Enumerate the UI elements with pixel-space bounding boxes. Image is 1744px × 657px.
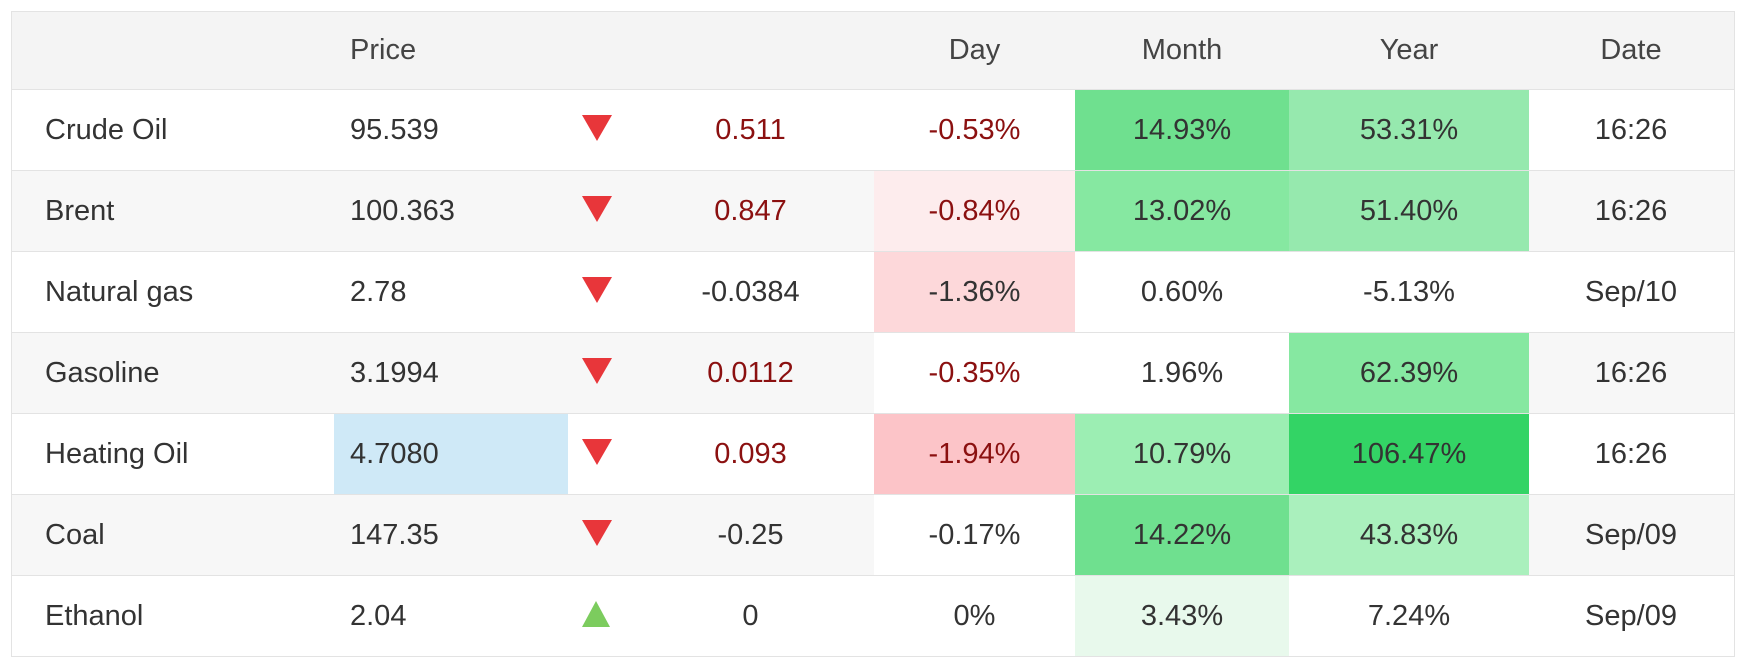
direction-cell bbox=[568, 171, 627, 251]
price-cell: 147.35 bbox=[350, 518, 439, 551]
price-cell: 3.1994 bbox=[350, 356, 439, 389]
day-percent-cell: -0.17% bbox=[874, 495, 1075, 575]
year-percent-cell: 106.47% bbox=[1289, 414, 1529, 494]
date-cell: 16:26 bbox=[1594, 194, 1668, 227]
arrow-down-icon bbox=[582, 196, 612, 222]
year-percent-cell: 53.31% bbox=[1289, 90, 1529, 170]
day-percent-cell: -0.84% bbox=[874, 171, 1075, 251]
date-cell: 16:26 bbox=[1594, 437, 1668, 470]
day-percent-cell: -1.36% bbox=[874, 252, 1075, 332]
direction-cell bbox=[568, 576, 627, 656]
year-percent-cell: -5.13% bbox=[1363, 275, 1455, 308]
price-cell: 100.363 bbox=[350, 194, 455, 227]
arrow-down-icon bbox=[582, 358, 612, 384]
arrow-up-icon bbox=[582, 601, 610, 627]
commodity-name-link[interactable]: Heating Oil bbox=[12, 414, 334, 494]
price-cell: 2.04 bbox=[350, 599, 407, 632]
change-cell: 0 bbox=[742, 599, 759, 632]
direction-cell bbox=[568, 90, 627, 170]
day-percent-cell: -0.35% bbox=[874, 333, 1075, 413]
table-row[interactable]: Heating Oil 4.7080 0.093 -1.94% 10.79% 106.47… bbox=[12, 414, 1734, 495]
commodity-name-link[interactable]: Ethanol bbox=[12, 576, 334, 656]
month-percent-cell: 0.60% bbox=[1140, 275, 1224, 308]
commodities-table: Price Day Month Year Date Crude Oil 95.53… bbox=[11, 11, 1735, 657]
direction-cell bbox=[568, 333, 627, 413]
header-name bbox=[12, 12, 334, 89]
month-percent-cell: 14.93% bbox=[1075, 90, 1289, 170]
table-row[interactable]: Natural gas 2.78 -0.0384 -1.36% 0.60% -5.13% S… bbox=[12, 252, 1734, 333]
date-cell: Sep/09 bbox=[1585, 599, 1677, 632]
year-percent-cell: 7.24% bbox=[1367, 599, 1451, 632]
change-cell: -0.25 bbox=[717, 518, 784, 551]
header-day[interactable]: Day bbox=[874, 12, 1075, 89]
change-cell: -0.0384 bbox=[701, 275, 800, 308]
commodity-name-link[interactable]: Natural gas bbox=[12, 252, 334, 332]
date-cell: Sep/10 bbox=[1585, 275, 1677, 308]
date-cell: 16:26 bbox=[1594, 356, 1668, 389]
month-percent-cell: 1.96% bbox=[1075, 333, 1289, 413]
price-cell: 4.7080 bbox=[334, 414, 568, 494]
arrow-down-icon bbox=[582, 115, 612, 141]
direction-cell bbox=[568, 495, 627, 575]
day-percent-cell: 0% bbox=[953, 599, 996, 632]
commodity-name-link[interactable]: Brent bbox=[12, 171, 334, 251]
month-percent-cell: 3.43% bbox=[1075, 576, 1289, 656]
month-percent-cell: 14.22% bbox=[1075, 495, 1289, 575]
date-cell: Sep/09 bbox=[1585, 518, 1677, 551]
date-cell: 16:26 bbox=[1594, 113, 1668, 146]
day-percent-cell: -0.53% bbox=[928, 113, 1021, 146]
table-row[interactable]: Crude Oil 95.539 0.511 -0.53% 14.93% 53.31% 16… bbox=[12, 90, 1734, 171]
header-year[interactable]: Year bbox=[1289, 12, 1529, 89]
month-percent-cell: 13.02% bbox=[1075, 171, 1289, 251]
commodity-name-link[interactable]: Crude Oil bbox=[12, 90, 334, 170]
price-cell: 95.539 bbox=[350, 113, 439, 146]
arrow-down-icon bbox=[582, 439, 612, 465]
table-row[interactable]: Brent 100.363 0.847 -0.84% 13.02% 51.40% 16:26 bbox=[12, 171, 1734, 252]
header-arrow bbox=[568, 12, 627, 89]
change-cell: 0.511 bbox=[715, 113, 786, 146]
table-header-row: Price Day Month Year Date bbox=[12, 12, 1734, 90]
direction-cell bbox=[568, 414, 627, 494]
table-row[interactable]: Ethanol 2.04 0 0% 3.43% 7.24% Sep/09 bbox=[12, 576, 1734, 657]
change-cell: 0.093 bbox=[714, 437, 787, 470]
header-date[interactable]: Date bbox=[1529, 12, 1733, 89]
header-price[interactable]: Price bbox=[334, 12, 568, 89]
arrow-down-icon bbox=[582, 520, 612, 546]
commodity-name-link[interactable]: Coal bbox=[12, 495, 334, 575]
header-change bbox=[627, 12, 874, 89]
arrow-down-icon bbox=[582, 277, 612, 303]
table-row[interactable]: Gasoline 3.1994 0.0112 -0.35% 1.96% 62.39% 16:… bbox=[12, 333, 1734, 414]
table-row[interactable]: Coal 147.35 -0.25 -0.17% 14.22% 43.83% Sep/09 bbox=[12, 495, 1734, 576]
year-percent-cell: 43.83% bbox=[1289, 495, 1529, 575]
year-percent-cell: 62.39% bbox=[1289, 333, 1529, 413]
commodity-name-link[interactable]: Gasoline bbox=[12, 333, 334, 413]
change-cell: 0.847 bbox=[714, 194, 787, 227]
year-percent-cell: 51.40% bbox=[1289, 171, 1529, 251]
change-cell: 0.0112 bbox=[707, 356, 794, 389]
day-percent-cell: -1.94% bbox=[874, 414, 1075, 494]
header-month[interactable]: Month bbox=[1075, 12, 1289, 89]
direction-cell bbox=[568, 252, 627, 332]
price-cell: 2.78 bbox=[350, 275, 407, 308]
month-percent-cell: 10.79% bbox=[1075, 414, 1289, 494]
